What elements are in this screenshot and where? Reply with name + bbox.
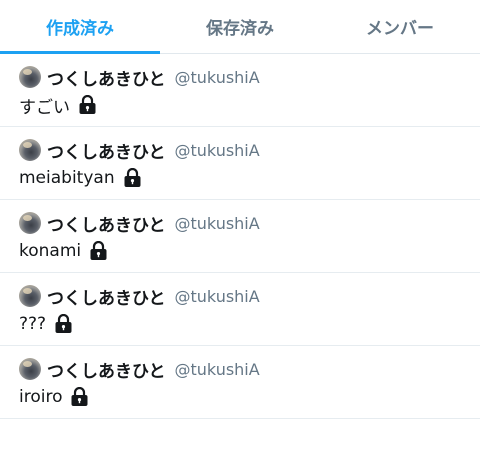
avatar[interactable] [19, 139, 41, 161]
list-tabs: 作成済み 保存済み メンバー [0, 0, 480, 54]
owner-handle: @tukushiA [174, 140, 260, 160]
avatar[interactable] [19, 358, 41, 380]
list-name[interactable]: すごい [19, 93, 70, 118]
list-item[interactable]: つくしあきひと @tukushiA konami [0, 200, 480, 273]
avatar[interactable] [19, 66, 41, 88]
owner-handle: @tukushiA [174, 359, 260, 379]
list-owner: つくしあきひと @tukushiA [19, 358, 480, 382]
owner-handle: @tukushiA [174, 286, 260, 306]
list-item[interactable]: つくしあきひと @tukushiA すごい [0, 54, 480, 127]
lists-container: つくしあきひと @tukushiA すごい つくしあきひと @tukushiA … [0, 54, 480, 419]
lock-icon [55, 314, 72, 333]
list-name[interactable]: iroiro [19, 387, 62, 407]
list-owner: つくしあきひと @tukushiA [19, 285, 480, 309]
avatar[interactable] [19, 212, 41, 234]
avatar[interactable] [19, 285, 41, 307]
lock-icon [90, 241, 107, 260]
lock-icon [124, 168, 141, 187]
list-owner: つくしあきひと @tukushiA [19, 139, 480, 163]
tab-created[interactable]: 作成済み [0, 0, 160, 54]
owner-display-name: つくしあきひと [47, 361, 166, 382]
list-item[interactable]: つくしあきひと @tukushiA meiabityan [0, 127, 480, 200]
lock-icon [71, 387, 88, 406]
list-item[interactable]: つくしあきひと @tukushiA iroiro [0, 346, 480, 419]
list-owner: つくしあきひと @tukushiA [19, 66, 480, 90]
list-name[interactable]: konami [19, 241, 81, 261]
list-item[interactable]: つくしあきひと @tukushiA ??? [0, 273, 480, 346]
tab-members[interactable]: メンバー [320, 0, 480, 53]
owner-handle: @tukushiA [174, 67, 260, 87]
owner-display-name: つくしあきひと [47, 142, 166, 163]
owner-display-name: つくしあきひと [47, 288, 166, 309]
owner-display-name: つくしあきひと [47, 215, 166, 236]
lock-icon [79, 95, 96, 114]
list-name[interactable]: meiabityan [19, 168, 115, 188]
list-owner: つくしあきひと @tukushiA [19, 212, 480, 236]
tab-saved[interactable]: 保存済み [160, 0, 320, 53]
owner-display-name: つくしあきひと [47, 69, 166, 90]
list-name[interactable]: ??? [19, 314, 46, 334]
owner-handle: @tukushiA [174, 213, 260, 233]
